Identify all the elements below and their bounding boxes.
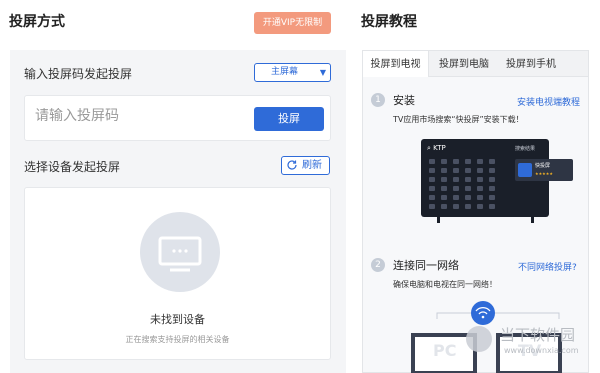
tab-cast-to-pc[interactable]: 投屏到电脑 <box>431 51 497 78</box>
tab-cast-to-tv[interactable]: 投屏到电视 <box>363 51 429 78</box>
tv-keyboard-key <box>489 177 495 182</box>
watermark: 当下软件园 www.downxia.com <box>466 318 600 373</box>
refresh-icon <box>286 159 298 177</box>
step-2-description: 确保电脑和电视在同一网络！ <box>393 280 497 289</box>
tutorial-tabs: 投屏到电视 投屏到电脑 投屏到手机 <box>362 50 589 78</box>
tv-keyboard-key <box>429 204 435 209</box>
tv-keyboard-key <box>453 168 459 173</box>
tv-keyboard-key <box>477 186 483 191</box>
watermark-text: 当下软件园 <box>500 326 576 344</box>
tv-search-text: KTP <box>433 144 446 152</box>
tv-app-rating: ★★★★★ <box>535 171 553 176</box>
tv-keyboard-key <box>477 204 483 209</box>
pc-label: PC <box>433 341 457 360</box>
dropdown-arrow-icon: ▼ <box>319 68 326 77</box>
tv-keyboard-key <box>441 159 447 164</box>
tv-app-name: 快投屏 <box>535 163 551 169</box>
tv-keyboard-key <box>489 204 495 209</box>
tv-keyboard-key <box>465 168 471 173</box>
tv-keyboard-key <box>429 195 435 200</box>
tv-search-bar: ⌕ KTP <box>427 144 509 154</box>
watermark-url: www.downxia.com <box>504 346 579 355</box>
tv-keyboard-key <box>429 159 435 164</box>
refresh-button[interactable]: 刷新 <box>281 156 330 175</box>
tv-keyboard-key <box>441 204 447 209</box>
install-tv-tutorial-link[interactable]: 安装电视端教程 <box>517 95 580 108</box>
vip-button[interactable]: 开通VIP无限制 <box>254 12 331 34</box>
tv-keyboard-key <box>489 159 495 164</box>
tv-keyboard-key <box>489 168 495 173</box>
tv-keyboard-key <box>465 204 471 209</box>
tv-search-icon: ⌕ <box>427 144 431 152</box>
tv-keyboard-key <box>453 204 459 209</box>
device-label: 选择设备发起投屏 <box>24 160 121 174</box>
monitor-icon <box>140 212 220 292</box>
tv-stand-right <box>531 217 534 223</box>
tv-keyboard-key <box>429 186 435 191</box>
cast-method-panel: 投屏方式 开通VIP无限制 输入投屏码发起投屏 主屏幕 ▼ 投屏 选择设备发起投… <box>0 0 346 373</box>
tv-keyboard-key <box>441 177 447 182</box>
tv-keyboard-key <box>429 177 435 182</box>
step-2-title: 连接同一网络 <box>393 259 459 272</box>
cast-method-title: 投屏方式 <box>9 14 65 30</box>
step-1-number: 1 <box>371 93 385 107</box>
screen-select[interactable]: 主屏幕 ▼ <box>254 63 331 82</box>
tv-keyboard-key <box>465 195 471 200</box>
tv-keyboard-key <box>465 177 471 182</box>
tv-stand-left <box>437 217 440 223</box>
tv-keyboard-key <box>441 186 447 191</box>
tv-keyboard-key <box>489 195 495 200</box>
tv-keyboard-key <box>489 186 495 191</box>
step-1-description: TV应用市场搜索“快投屏”安装下载！ <box>393 115 524 124</box>
no-device-text: 未找到设备 <box>150 313 205 326</box>
tv-keyboard-key <box>441 168 447 173</box>
tv-keyboard-key <box>477 159 483 164</box>
tv-keyboard-key <box>453 195 459 200</box>
tv-keyboard-key <box>453 186 459 191</box>
tv-keyboard-key <box>453 159 459 164</box>
watermark-logo-icon <box>466 326 492 352</box>
tv-keyboard-key <box>465 186 471 191</box>
tv-keyboard-key <box>477 195 483 200</box>
step-2-number: 2 <box>371 258 385 272</box>
step-1-title: 安装 <box>393 94 415 107</box>
code-input[interactable] <box>35 108 235 124</box>
tv-keyboard-key <box>429 168 435 173</box>
tv-keyboard-key <box>477 168 483 173</box>
screen-select-value: 主屏幕 <box>271 67 299 77</box>
cast-code-section: 输入投屏码发起投屏 主屏幕 ▼ 投屏 选择设备发起投屏 刷新 未找 <box>10 50 346 373</box>
tv-keyboard-key <box>441 195 447 200</box>
tv-app-card: 快投屏 ★★★★★ <box>515 159 573 181</box>
tv-illustration: ⌕ KTP 搜索结果 快投屏 ★★★★★ <box>421 139 573 217</box>
app-logo-icon <box>518 163 532 177</box>
tv-keyboard-key <box>453 177 459 182</box>
tutorial-title: 投屏教程 <box>361 14 417 30</box>
code-input-box: 投屏 <box>24 95 331 141</box>
cast-button[interactable]: 投屏 <box>254 107 324 131</box>
device-list: 未找到设备 正在搜索支持投屏的相关设备 <box>24 187 331 360</box>
refresh-label: 刷新 <box>302 160 322 171</box>
searching-text: 正在搜索支持投屏的相关设备 <box>125 335 230 344</box>
tab-cast-to-phone[interactable]: 投屏到手机 <box>497 51 565 78</box>
tv-panel-title: 搜索结果 <box>515 146 536 152</box>
different-network-link[interactable]: 不同网络投屏? <box>518 260 577 273</box>
tv-keyboard-key <box>477 177 483 182</box>
code-label: 输入投屏码发起投屏 <box>24 67 133 81</box>
tv-keyboard-key <box>465 159 471 164</box>
